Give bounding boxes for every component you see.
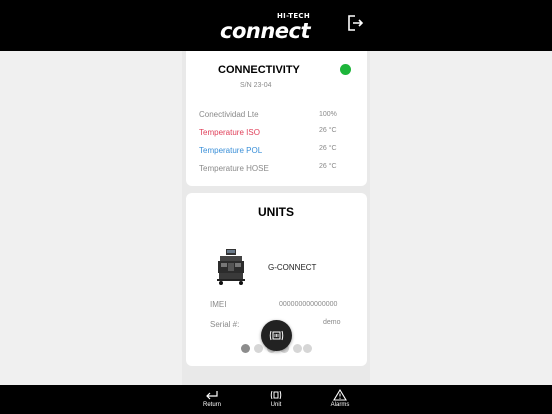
return-icon: [182, 388, 242, 400]
imei-value: 000000000000000: [279, 301, 338, 308]
temperature-hose-label: Temperature HOSE: [199, 164, 269, 173]
nav-return[interactable]: Return: [182, 385, 242, 414]
logout-icon[interactable]: [346, 14, 364, 32]
unit-name: G-CONNECT: [268, 263, 317, 272]
brand-logo: HI-TECH connect: [220, 10, 316, 43]
temperature-iso-value: 26 °C: [319, 127, 337, 134]
serial-value: demo: [323, 319, 341, 326]
temperature-pol-label: Temperature POL: [199, 146, 263, 155]
lte-label: Conectividad Lte: [199, 110, 259, 119]
temperature-hose-value: 26 °C: [319, 163, 337, 170]
temperature-iso-label: Temperature ISO: [199, 128, 260, 137]
alarm-icon: [310, 388, 370, 401]
connectivity-title: CONNECTIVITY: [218, 64, 300, 76]
unit-signal-icon: [246, 388, 306, 400]
nav-unit-label: Unit: [270, 402, 282, 408]
page-dot[interactable]: [241, 344, 250, 353]
nav-alarms-label: Alarms: [330, 402, 350, 408]
unit-scan-button[interactable]: [261, 320, 292, 351]
imei-label: IMEI: [210, 300, 227, 309]
serial-label: Serial #:: [210, 320, 240, 329]
nav-alarms[interactable]: Alarms: [310, 385, 370, 414]
units-title: UNITS: [258, 205, 294, 219]
lte-value: 100%: [319, 111, 337, 118]
top-bar: HI-TECH connect: [0, 0, 552, 51]
serial-number: S/N 23-04: [240, 82, 272, 89]
page-dot[interactable]: [293, 344, 302, 353]
connection-status-indicator: [340, 64, 351, 75]
unit-signal-icon: [269, 330, 284, 341]
nav-return-label: Return: [202, 402, 221, 408]
nav-unit[interactable]: Unit: [246, 385, 306, 414]
bottom-nav: Return Unit Alarms: [0, 385, 552, 414]
machine-icon[interactable]: [216, 249, 246, 285]
brand-large-text: connect: [220, 19, 311, 43]
page-dot[interactable]: [303, 344, 312, 353]
temperature-pol-value: 26 °C: [319, 145, 337, 152]
